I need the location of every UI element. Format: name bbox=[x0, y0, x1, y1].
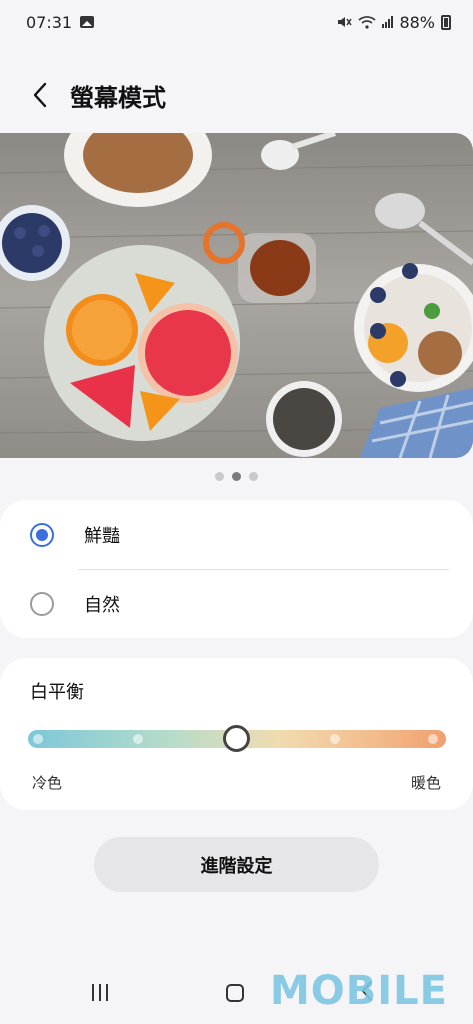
food-preview-image bbox=[0, 133, 473, 458]
radio-checked-icon[interactable] bbox=[30, 522, 54, 547]
radio-unchecked-icon[interactable] bbox=[30, 591, 54, 616]
chevron-left-icon bbox=[33, 82, 47, 108]
white-balance-card: 白平衡 冷色 暖色 bbox=[0, 658, 473, 810]
mode-option-label: 鮮豔 bbox=[84, 525, 120, 547]
page-title: 螢幕模式 bbox=[70, 83, 166, 112]
mute-icon bbox=[338, 17, 353, 27]
status-left: 07:31 bbox=[26, 12, 95, 32]
battery-icon bbox=[441, 14, 451, 30]
signal-icon bbox=[382, 16, 394, 28]
battery-percent: 88% bbox=[399, 12, 435, 32]
recent-apps-button[interactable] bbox=[92, 984, 108, 1001]
status-time: 07:31 bbox=[26, 12, 73, 32]
slider-step-mark bbox=[33, 734, 43, 744]
mode-option-natural[interactable]: 自然 bbox=[0, 569, 473, 638]
mode-option-vivid[interactable]: 鮮豔 bbox=[0, 500, 473, 569]
wifi-icon bbox=[358, 16, 376, 29]
page-dot-active[interactable] bbox=[232, 472, 241, 481]
home-button[interactable] bbox=[226, 984, 244, 1002]
warm-label: 暖色 bbox=[410, 774, 441, 792]
slider-step-mark bbox=[428, 734, 438, 744]
white-balance-slider-thumb[interactable] bbox=[223, 725, 250, 752]
status-bar: 07:31 88% bbox=[0, 0, 473, 44]
app-bar: 螢幕模式 bbox=[0, 64, 473, 126]
cool-label: 冷色 bbox=[32, 774, 63, 792]
slider-step-mark bbox=[133, 734, 143, 744]
advanced-settings-button[interactable]: 進階設定 bbox=[94, 837, 379, 892]
white-balance-title: 白平衡 bbox=[30, 682, 84, 703]
mode-option-label: 自然 bbox=[84, 594, 120, 616]
carousel-page-indicator bbox=[0, 472, 473, 481]
screen-mode-card: 鮮豔 自然 bbox=[0, 500, 473, 638]
watermark-logo: MOBILE bbox=[270, 968, 448, 1014]
back-button[interactable] bbox=[24, 75, 56, 115]
preview-image-carousel[interactable] bbox=[0, 133, 473, 458]
status-right: 88% bbox=[336, 13, 451, 32]
gallery-icon bbox=[80, 16, 95, 28]
slider-step-mark bbox=[330, 734, 340, 744]
page-dot[interactable] bbox=[215, 472, 224, 481]
page-dot[interactable] bbox=[249, 472, 258, 481]
